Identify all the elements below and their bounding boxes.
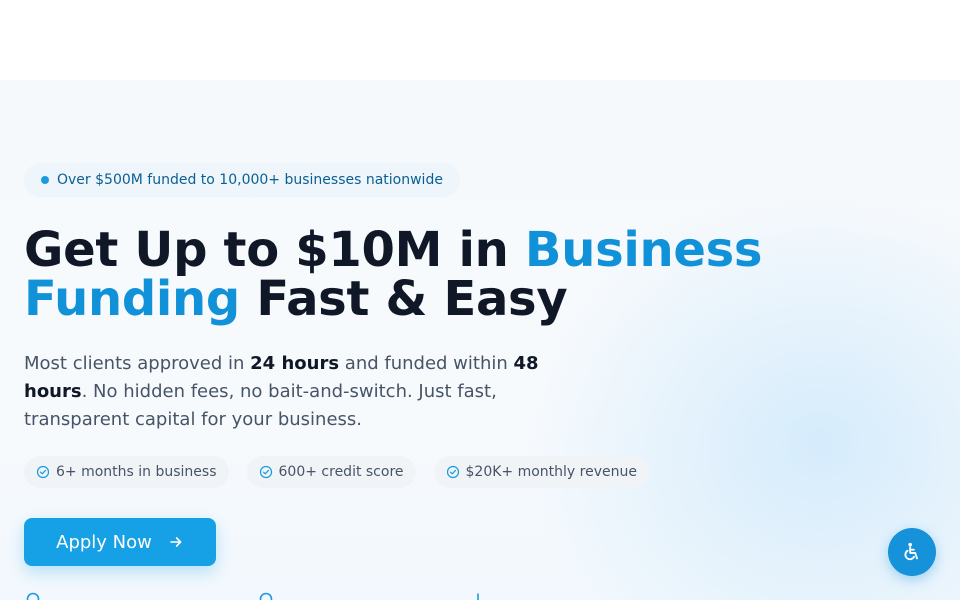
page: Over $500M funded to 10,000+ businesses … <box>0 0 960 600</box>
check-circle-icon <box>259 465 272 479</box>
trust-badge-text: Over $500M funded to 10,000+ businesses … <box>57 172 443 188</box>
requirement-chip: 6+ months in business <box>24 456 229 488</box>
feature-icon <box>477 593 479 600</box>
requirement-label: $20K+ monthly revenue <box>465 464 637 480</box>
feature-icon <box>26 592 40 600</box>
accessibility-button[interactable] <box>888 528 936 576</box>
apply-now-button[interactable]: Apply Now <box>24 518 216 566</box>
accessibility-icon <box>904 542 918 561</box>
headline-accent-1: Business <box>524 222 763 278</box>
headline-accent-2: Funding <box>24 271 240 327</box>
arrow-right-icon <box>170 537 182 547</box>
requirement-chip: 600+ credit score <box>246 456 416 488</box>
requirements-list: 6+ months in business 600+ credit score … <box>24 456 649 488</box>
requirement-label: 600+ credit score <box>278 464 404 480</box>
subtext-approval-time: 24 hours <box>250 353 340 374</box>
top-navigation-bar <box>0 0 960 80</box>
headline-text-1: Get Up to $10M in <box>24 222 525 278</box>
hero-headline: Get Up to $10M in Business Funding Fast &… <box>24 226 784 324</box>
check-circle-icon <box>446 465 459 479</box>
subtext-part: Most clients approved in <box>24 353 251 374</box>
headline-text-2: Fast & Easy <box>240 271 568 327</box>
status-dot-icon <box>41 176 49 184</box>
requirement-label: 6+ months in business <box>56 464 217 480</box>
check-circle-icon <box>36 465 50 479</box>
subtext-part: and funded within <box>339 353 514 374</box>
feature-icon <box>259 592 273 600</box>
apply-now-label: Apply Now <box>56 531 152 553</box>
subtext-part: . No hidden fees, no bait-and-switch. Ju… <box>24 381 497 430</box>
requirement-chip: $20K+ monthly revenue <box>433 456 649 488</box>
hero-subtext: Most clients approved in 24 hours and fu… <box>24 350 564 434</box>
trust-badge: Over $500M funded to 10,000+ businesses … <box>24 163 460 197</box>
